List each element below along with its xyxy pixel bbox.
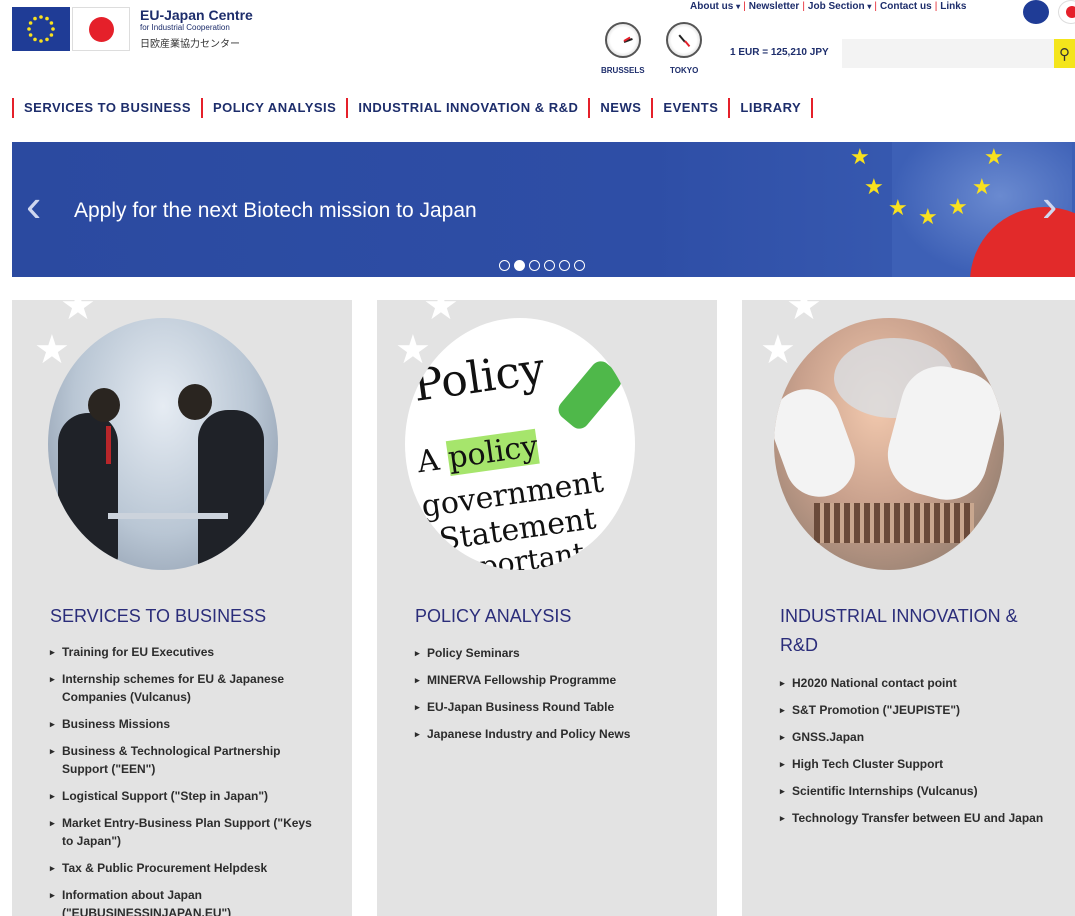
nav-policy-analysis[interactable]: POLICY ANALYSIS xyxy=(201,98,346,118)
brussels-clock-icon xyxy=(605,22,641,58)
japanese-language-icon[interactable] xyxy=(1058,0,1075,24)
policy-document-image[interactable]: Policy A policy government "Statement mp… xyxy=(405,318,635,570)
nav-services-to-business[interactable]: SERVICES TO BUSINESS xyxy=(12,98,201,118)
list-item[interactable]: Business Missions xyxy=(50,715,325,733)
carousel-prev-arrow-icon[interactable]: ‹ xyxy=(26,182,41,228)
list-item[interactable]: Information about Japan ("EUBUSINESSINJA… xyxy=(50,886,325,916)
tokyo-clock-icon xyxy=(666,22,702,58)
japan-flag-icon xyxy=(72,7,130,51)
carousel-dot[interactable] xyxy=(529,260,540,271)
site-logo[interactable] xyxy=(12,7,130,51)
list-item[interactable]: Training for EU Executives xyxy=(50,643,325,661)
carousel-dot[interactable] xyxy=(574,260,585,271)
card-link-list: Policy Seminars MINERVA Fellowship Progr… xyxy=(415,644,690,752)
contact-us-link[interactable]: Contact us xyxy=(880,1,932,12)
carousel-dot[interactable] xyxy=(559,260,570,271)
star-icon: ★ xyxy=(786,300,822,328)
tokyo-clock-label: TOKYO xyxy=(670,66,699,75)
highlighter-marker-graphic xyxy=(554,357,626,433)
brussels-clock-label: BRUSSELS xyxy=(601,66,645,75)
star-icon: ★ xyxy=(850,144,870,169)
list-item[interactable]: EU-Japan Business Round Table xyxy=(415,698,690,716)
list-item[interactable]: Market Entry-Business Plan Support ("Key… xyxy=(50,814,325,850)
english-language-icon[interactable] xyxy=(1023,0,1049,24)
star-icon: ★ xyxy=(918,204,938,229)
nav-library[interactable]: LIBRARY xyxy=(728,98,814,118)
card-link-list: Training for EU Executives Internship sc… xyxy=(50,643,325,916)
star-icon: ★ xyxy=(423,300,459,328)
nav-events[interactable]: EVENTS xyxy=(651,98,728,118)
brand-name: EU-Japan Centre xyxy=(140,7,253,23)
list-item[interactable]: Japanese Industry and Policy News xyxy=(415,725,690,743)
scientist-laboratory-image[interactable] xyxy=(774,318,1004,570)
list-item[interactable]: Tax & Public Procurement Helpdesk xyxy=(50,859,325,877)
search-input[interactable] xyxy=(842,39,1054,68)
list-item[interactable]: H2020 National contact point xyxy=(780,674,1055,692)
carousel-next-arrow-icon[interactable]: › xyxy=(1042,182,1057,228)
job-section-link[interactable]: Job Section ▾ xyxy=(808,1,871,12)
newsletter-link[interactable]: Newsletter xyxy=(749,1,800,12)
carousel-dot[interactable] xyxy=(544,260,555,271)
star-icon: ★ xyxy=(948,194,968,219)
star-icon: ★ xyxy=(60,300,96,328)
brand-japanese-name: 日欧産業協力センター xyxy=(140,39,240,50)
card-policy-analysis: ★ ★ Policy A policy government "Statemen… xyxy=(377,300,717,916)
carousel-slide-title[interactable]: Apply for the next Biotech mission to Ja… xyxy=(74,199,477,223)
list-item[interactable]: Business & Technological Partnership Sup… xyxy=(50,742,325,778)
top-links: About us ▾ | Newsletter | Job Section ▾ | Cont… xyxy=(690,1,967,12)
business-people-bowing-image[interactable] xyxy=(48,318,278,570)
nav-news[interactable]: NEWS xyxy=(588,98,651,118)
brand-subtitle: for Industrial Cooperation xyxy=(140,23,230,32)
carousel-dot[interactable] xyxy=(499,260,510,271)
links-link[interactable]: Links xyxy=(940,1,966,12)
star-icon: ★ xyxy=(984,144,1004,169)
hero-carousel[interactable]: ★ ★ ★ ★ ★ ★ ★ ‹ › Apply for the next Bio… xyxy=(12,142,1075,277)
about-us-link[interactable]: About us ▾ xyxy=(690,1,740,12)
card-title[interactable]: INDUSTRIAL INNOVATION & R&D xyxy=(780,602,1050,660)
search-icon: ⚲ xyxy=(1059,45,1070,63)
card-industrial-innovation: ★ ★ INDUSTRIAL INNOVATION & R&D H2020 Na… xyxy=(742,300,1075,916)
carousel-dot-active[interactable] xyxy=(514,260,525,271)
brand-text[interactable]: EU-Japan Centre for Industrial Cooperati… xyxy=(140,7,253,50)
list-item[interactable]: S&T Promotion ("JEUPISTE") xyxy=(780,701,1055,719)
star-icon: ★ xyxy=(760,328,796,372)
card-link-list: H2020 National contact point S&T Promoti… xyxy=(780,674,1055,836)
card-title[interactable]: POLICY ANALYSIS xyxy=(415,602,685,631)
star-icon: ★ xyxy=(972,174,992,199)
list-item[interactable]: Policy Seminars xyxy=(415,644,690,662)
exchange-rate: 1 EUR = 125,210 JPY xyxy=(730,47,829,58)
card-title[interactable]: SERVICES TO BUSINESS xyxy=(50,602,320,631)
list-item[interactable]: GNSS.Japan xyxy=(780,728,1055,746)
card-services-to-business: ★ ★ SERVICES TO BUSINESS Training for EU… xyxy=(12,300,352,916)
star-icon: ★ xyxy=(864,174,884,199)
main-nav: SERVICES TO BUSINESS POLICY ANALYSIS IND… xyxy=(12,97,814,119)
list-item[interactable]: High Tech Cluster Support xyxy=(780,755,1055,773)
nav-industrial-innovation[interactable]: INDUSTRIAL INNOVATION & R&D xyxy=(346,98,588,118)
list-item[interactable]: MINERVA Fellowship Programme xyxy=(415,671,690,689)
carousel-indicators xyxy=(499,260,585,271)
list-item[interactable]: Technology Transfer between EU and Japan xyxy=(780,809,1055,827)
star-icon: ★ xyxy=(888,195,908,220)
eu-flag-icon xyxy=(12,7,70,51)
star-icon: ★ xyxy=(34,328,70,372)
list-item[interactable]: Internship schemes for EU & Japanese Com… xyxy=(50,670,325,706)
search-button[interactable]: ⚲ xyxy=(1054,39,1075,68)
list-item[interactable]: Scientific Internships (Vulcanus) xyxy=(780,782,1055,800)
list-item[interactable]: Logistical Support ("Step in Japan") xyxy=(50,787,325,805)
